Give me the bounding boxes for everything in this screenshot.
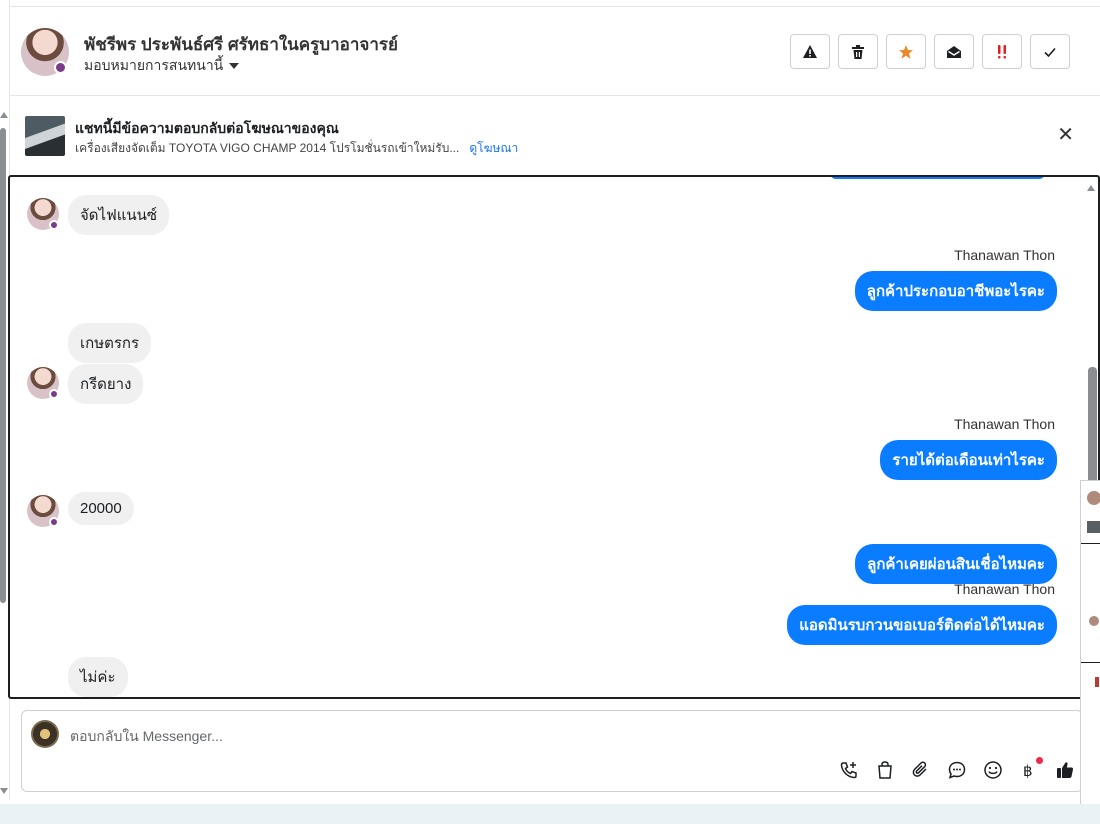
message-thread[interactable]: จัดไฟแนนซ์ Thanawan Thon ลูกค้าประกอบอาช… <box>8 175 1100 699</box>
trash-icon <box>852 44 864 59</box>
contact-name[interactable]: พัชรีพร ประพันธ์ศรี ศรัทธาในครูบาอาจารย์ <box>84 31 398 58</box>
incoming-message[interactable]: เกษตรกร <box>68 323 152 363</box>
notification-dot <box>1036 757 1043 764</box>
incoming-message[interactable]: กรีดยาง <box>68 364 144 404</box>
assign-label: มอบหมายการสนทนานี้ <box>84 57 224 73</box>
svg-text:฿: ฿ <box>1023 762 1033 780</box>
incoming-message[interactable]: 20000 <box>68 492 134 525</box>
outgoing-message[interactable]: แอดมินรบกวนขอเบอร์ติดต่อได้ไหมคะ <box>787 605 1057 645</box>
sender-avatar[interactable] <box>27 198 59 230</box>
close-icon[interactable]: ✕ <box>1057 125 1074 145</box>
call-add-button[interactable] <box>838 759 860 781</box>
call-add-icon <box>840 762 857 779</box>
thread-scroll-thumb[interactable] <box>1088 367 1097 487</box>
page-avatar <box>31 720 59 748</box>
ad-thumbnail[interactable] <box>25 116 65 156</box>
baht-icon: ฿ <box>1023 762 1033 780</box>
bottom-bar <box>0 804 1100 824</box>
delete-button[interactable] <box>838 34 878 69</box>
label-marker <box>1095 677 1099 687</box>
mark-unread-icon <box>947 45 961 58</box>
messenger-inbox-window: พัชรีพร ประพันธ์ศรี ศรัทธาในครูบาอาจารย์… <box>0 0 1100 824</box>
sender-avatar[interactable] <box>27 495 59 527</box>
ad-reply-banner: แชทนี้มีข้อความตอบกลับต่อโฆษณาของคุณ เคร… <box>10 96 1100 174</box>
scroll-up-arrow-icon[interactable] <box>1087 185 1095 191</box>
outgoing-message[interactable]: ลูกค้าประกอบอาชีพอะไรคะ <box>854 271 1057 311</box>
contact-avatar[interactable] <box>21 28 69 76</box>
conversation-header: พัชรีพร ประพันธ์ศรี ศรัทธาในครูบาอาจารย์… <box>10 6 1100 96</box>
emoji-button[interactable] <box>982 759 1004 781</box>
messenger-badge-icon <box>49 517 59 527</box>
messenger-badge-icon <box>49 220 59 230</box>
thumbs-up-icon <box>1057 762 1074 778</box>
side-chat-list-peek[interactable] <box>1080 480 1100 820</box>
ad-banner-subtitle: เครื่องเสียงจัดเต็ม TOYOTA VIGO CHAMP 20… <box>75 139 518 158</box>
incoming-message[interactable]: ไม่ค่ะ <box>68 657 128 697</box>
sender-name: Thanawan Thon <box>954 416 1055 432</box>
shop-button[interactable] <box>874 759 896 781</box>
payment-button[interactable]: ฿ <box>1018 757 1043 781</box>
saved-reply-icon <box>948 761 966 779</box>
follow-up-icon <box>998 44 1006 58</box>
sender-name: Thanawan Thon <box>954 581 1055 597</box>
page-scrollbar[interactable] <box>0 0 8 800</box>
chat-avatar[interactable] <box>1089 616 1099 626</box>
thumbs-up-button[interactable] <box>1054 759 1076 781</box>
mark-done-button[interactable] <box>1030 34 1070 69</box>
chat-avatar[interactable] <box>1087 491 1100 505</box>
messenger-badge-icon <box>49 389 59 399</box>
star-icon <box>899 44 913 59</box>
ad-description: เครื่องเสียงจัดเต็ม TOYOTA VIGO CHAMP 20… <box>75 141 460 155</box>
scroll-down-arrow-icon[interactable] <box>0 788 8 794</box>
star-button[interactable] <box>886 34 926 69</box>
reply-composer[interactable]: ตอบกลับใน Messenger... ฿ <box>21 710 1083 792</box>
warning-icon <box>803 44 817 58</box>
outgoing-message[interactable]: รายได้ต่อเดือนเท่าไรคะ <box>880 440 1057 480</box>
emoji-icon <box>984 761 1002 779</box>
shopping-bag-icon <box>878 761 892 779</box>
outgoing-message[interactable]: ลูกค้าเคยผ่อนสินเชื่อไหมคะ <box>855 544 1057 584</box>
sender-name: Thanawan Thon <box>954 247 1055 263</box>
check-icon <box>1044 47 1056 57</box>
selected-chat-frame <box>1081 543 1100 663</box>
messenger-badge-icon <box>54 61 67 74</box>
follow-up-button[interactable] <box>982 34 1022 69</box>
view-ad-link[interactable]: ดูโฆษณา <box>469 141 518 155</box>
composer-toolbar: ฿ <box>838 757 1076 781</box>
page-scroll-thumb[interactable] <box>0 128 6 603</box>
conversation-actions <box>790 34 1070 69</box>
mark-as-unread-button[interactable] <box>934 34 974 69</box>
previous-outgoing-bubble <box>830 177 1045 179</box>
reply-input[interactable]: ตอบกลับใน Messenger... <box>70 726 223 748</box>
attach-button[interactable] <box>910 759 932 781</box>
chat-thumbnail[interactable] <box>1087 521 1100 533</box>
ad-banner-title: แชทนี้มีข้อความตอบกลับต่อโฆษณาของคุณ <box>75 120 339 136</box>
saved-reply-button[interactable] <box>946 759 968 781</box>
caret-down-icon <box>229 63 240 69</box>
scroll-up-arrow-icon[interactable] <box>0 112 8 118</box>
assign-conversation-dropdown[interactable]: มอบหมายการสนทนานี้ <box>84 55 240 77</box>
incoming-message[interactable]: จัดไฟแนนซ์ <box>68 195 170 235</box>
attach-icon <box>912 761 927 777</box>
sender-avatar[interactable] <box>27 367 59 399</box>
report-spam-button[interactable] <box>790 34 830 69</box>
